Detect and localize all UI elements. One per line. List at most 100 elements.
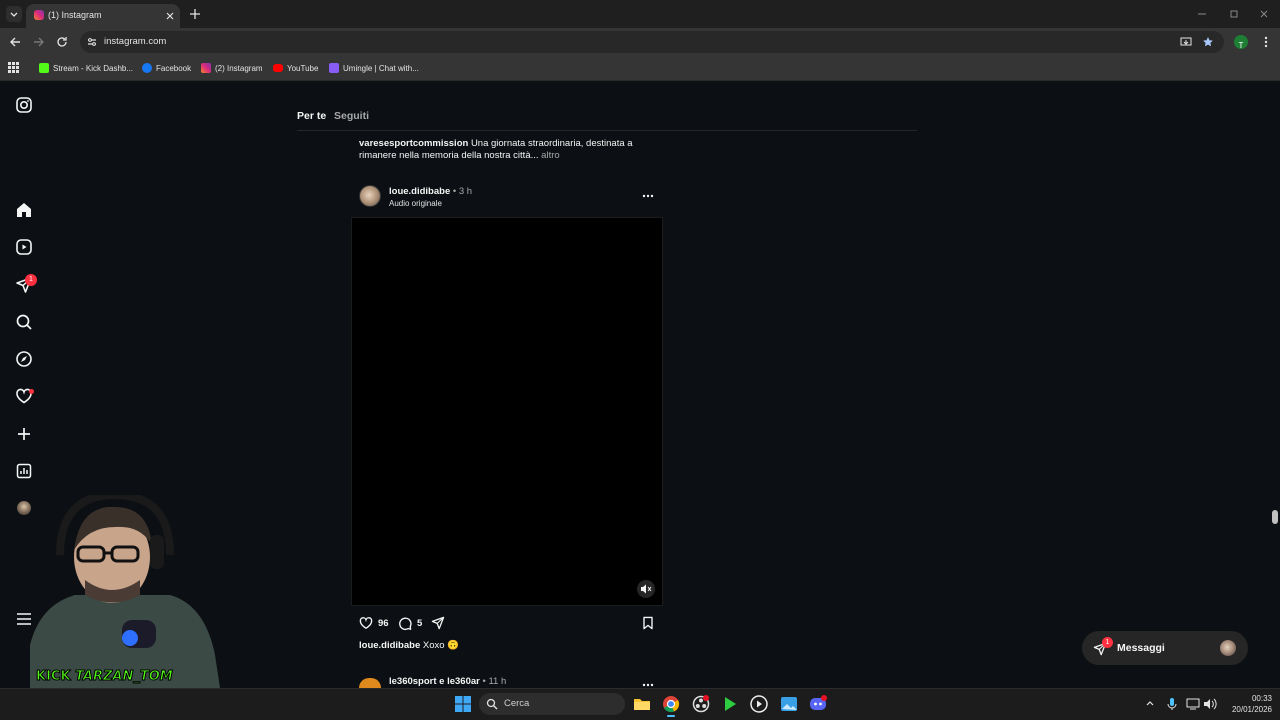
video-player-icon[interactable] xyxy=(749,694,769,714)
messages-avatar xyxy=(1220,640,1236,656)
post-username[interactable]: loue.didibabe xyxy=(389,186,450,197)
bookmark-facebook[interactable]: Facebook xyxy=(142,61,191,75)
page-scrollbar[interactable] xyxy=(1270,81,1280,688)
likes-count[interactable]: 96 xyxy=(378,618,389,629)
scrollbar-thumb[interactable] xyxy=(1272,510,1278,524)
notifications-dot xyxy=(29,389,34,394)
system-clock[interactable]: 00:33 20/01/2026 xyxy=(1222,693,1272,715)
prev-post-caption: varesesportcommission Una giornata strao… xyxy=(359,138,659,162)
taskbar-search[interactable]: Cerca xyxy=(479,693,625,715)
messages-notification-badge: 1 xyxy=(25,274,37,286)
bookmark-star-icon[interactable] xyxy=(1202,36,1214,48)
streamer-webcam-image xyxy=(30,490,220,688)
post-audio[interactable]: Audio originale xyxy=(389,199,442,208)
clock-time: 00:33 xyxy=(1251,694,1272,703)
channel-name: TARZAN_TOM xyxy=(75,669,174,685)
site-info-icon[interactable] xyxy=(86,36,98,48)
obs-icon[interactable] xyxy=(691,694,711,714)
bookmark-label: (2) Instagram xyxy=(215,63,263,73)
tab-seguiti[interactable]: Seguiti xyxy=(334,110,369,122)
microphone-icon[interactable] xyxy=(1166,697,1178,711)
profile-avatar[interactable] xyxy=(17,501,31,515)
search-icon xyxy=(486,698,498,710)
messages-button[interactable]: 1 Messaggi xyxy=(1082,631,1248,665)
instagram-logo-icon[interactable] xyxy=(14,95,34,115)
post-time: 3 h xyxy=(458,186,473,197)
new-tab-icon[interactable] xyxy=(188,7,202,21)
create-icon[interactable] xyxy=(14,424,34,444)
muted-speaker-icon xyxy=(641,584,652,594)
apps-grid-icon[interactable] xyxy=(8,62,19,73)
display-icon[interactable] xyxy=(1186,698,1200,710)
kick-label: KICK xyxy=(36,669,72,685)
kick-favicon-icon xyxy=(39,63,49,73)
bookmark-label: Facebook xyxy=(156,63,192,73)
post-author-avatar[interactable] xyxy=(359,185,381,207)
url-text: instagram.com xyxy=(104,36,167,47)
browser-menu-icon[interactable] xyxy=(1260,35,1272,49)
comment-icon[interactable] xyxy=(397,615,413,631)
like-icon[interactable] xyxy=(358,615,374,631)
instagram-favicon-icon xyxy=(34,10,44,20)
clock-date: 20/01/2026 xyxy=(1231,705,1272,714)
next-post-options-icon[interactable] xyxy=(641,681,655,687)
caption-username[interactable]: loue.didibabe xyxy=(359,640,420,651)
dashboard-icon[interactable] xyxy=(14,461,34,481)
share-icon[interactable] xyxy=(430,615,446,631)
reels-icon[interactable] xyxy=(14,237,34,257)
messages-label: Messaggi xyxy=(1117,642,1165,654)
save-bookmark-icon[interactable] xyxy=(640,615,656,631)
bookmark-youtube[interactable]: YouTube xyxy=(273,61,318,75)
show-hidden-icons-icon[interactable] xyxy=(1145,698,1155,708)
post-options-icon[interactable] xyxy=(641,190,655,202)
search-placeholder: Cerca xyxy=(504,698,530,709)
browser-tab[interactable]: (1) Instagram xyxy=(26,4,180,28)
back-icon[interactable] xyxy=(8,35,22,49)
bookmark-kick[interactable]: Stream - Kick Dashb... xyxy=(39,61,133,75)
bookmark-label: YouTube xyxy=(287,63,319,73)
post-video[interactable] xyxy=(351,217,663,606)
chrome-icon[interactable] xyxy=(661,694,681,714)
forward-icon[interactable] xyxy=(32,35,46,49)
messages-badge: 1 xyxy=(1102,637,1113,648)
media-player-icon[interactable] xyxy=(720,694,740,714)
profile-initial: T xyxy=(1238,41,1244,50)
next-post-time: 11 h xyxy=(488,676,507,687)
bookmark-instagram[interactable]: (2) Instagram xyxy=(201,61,263,75)
photos-icon[interactable] xyxy=(779,694,799,714)
prev-post-username[interactable]: varesesportcommission xyxy=(359,138,468,149)
comments-count[interactable]: 5 xyxy=(417,618,422,629)
bookmark-label: Stream - Kick Dashb... xyxy=(53,63,134,73)
windows-start-icon[interactable] xyxy=(454,695,472,713)
install-app-icon[interactable] xyxy=(1180,36,1192,48)
post-separator: • xyxy=(452,186,457,197)
tab-per-te[interactable]: Per te xyxy=(297,110,326,122)
mute-button[interactable] xyxy=(637,580,655,598)
close-tab-icon[interactable] xyxy=(164,10,176,22)
file-explorer-icon[interactable] xyxy=(632,694,652,714)
volume-icon[interactable] xyxy=(1203,698,1217,710)
next-post-header: le360sport e le360ar • 11 h xyxy=(389,676,506,687)
tab-search-button[interactable] xyxy=(6,6,22,22)
reload-icon[interactable] xyxy=(55,35,69,49)
search-icon[interactable] xyxy=(14,312,34,332)
tab-title: (1) Instagram xyxy=(48,10,102,20)
more-link[interactable]: altro xyxy=(541,150,559,161)
restore-window-icon[interactable] xyxy=(1228,8,1240,20)
profile-avatar-button[interactable]: T xyxy=(1234,35,1248,50)
next-post-username[interactable]: le360sport e le360ar xyxy=(389,676,480,687)
explore-icon[interactable] xyxy=(14,349,34,369)
post-header: loue.didibabe • 3 h xyxy=(389,186,472,197)
minimize-window-icon[interactable] xyxy=(1196,8,1208,20)
bookmarks-bar xyxy=(0,56,1280,81)
instagram-favicon-icon xyxy=(201,63,211,73)
post-caption: loue.didibabe Xoxo 🙃 xyxy=(359,640,459,652)
kick-channel-label: KICK TARZAN_TOM xyxy=(36,669,174,685)
bookmark-label: Umingle | Chat with... xyxy=(343,63,419,73)
home-icon[interactable] xyxy=(14,200,34,220)
discord-icon[interactable] xyxy=(808,694,828,714)
prev-post-caption-line2: rimanere nella memoria della nostra citt… xyxy=(359,150,539,161)
address-bar[interactable]: instagram.com xyxy=(80,31,1224,53)
close-window-icon[interactable] xyxy=(1258,8,1270,20)
bookmark-umingle[interactable]: Umingle | Chat with... xyxy=(329,61,419,75)
